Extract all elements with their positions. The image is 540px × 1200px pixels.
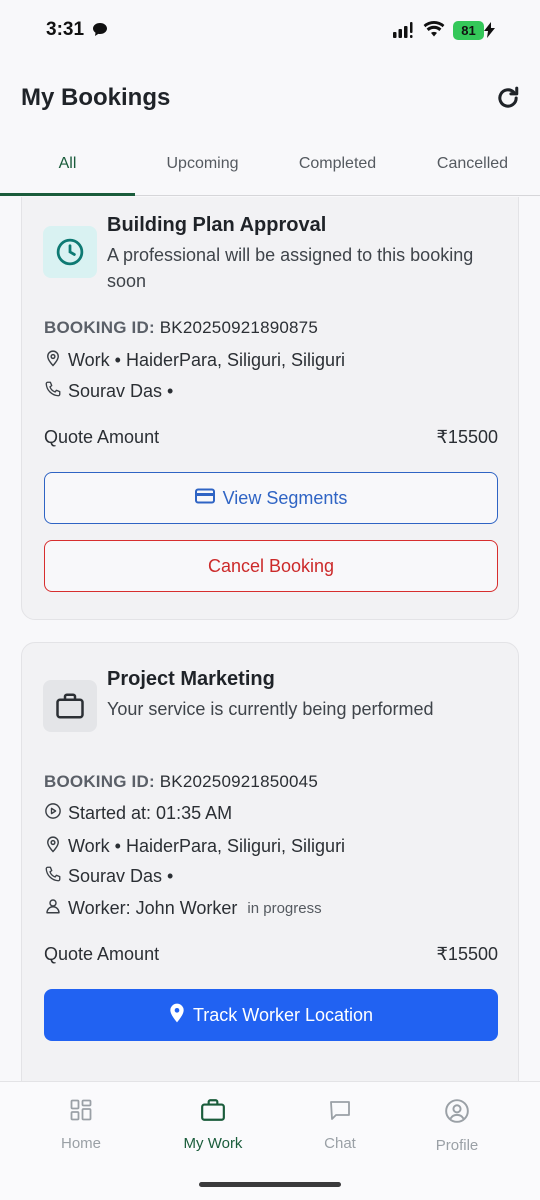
active-tab-indicator — [0, 193, 135, 196]
tab-cancelled[interactable]: Cancelled — [405, 136, 540, 196]
booking-id-label: BOOKING ID: — [44, 772, 155, 791]
tab-upcoming[interactable]: Upcoming — [135, 136, 270, 196]
booking-id: BOOKING ID: BK20250921850045 — [44, 772, 318, 792]
clock-icon — [43, 226, 97, 278]
booking-title: Building Plan Approval — [107, 214, 327, 236]
location-pin-icon — [44, 348, 68, 373]
home-indicator — [199, 1182, 341, 1187]
cancel-booking-label: Cancel Booking — [207, 555, 335, 576]
location-row: Work • HaiderPara, Siliguri, Siliguri — [44, 834, 345, 859]
worker-row: Worker: John Worker in progress — [44, 897, 322, 920]
battery-indicator: 81 — [453, 21, 484, 40]
worker-name: Worker: John Worker — [68, 898, 238, 918]
quote-row: Quote Amount ₹15500 — [44, 427, 498, 448]
contact-row: Sourav Das • — [44, 865, 173, 888]
phone-icon — [44, 865, 68, 888]
started-at-row: Started at: 01:35 AM — [44, 802, 232, 825]
signal-icon — [392, 21, 418, 44]
location-pin-icon — [169, 1003, 193, 1028]
status-time: 3:31 — [46, 19, 85, 40]
briefcase-icon — [43, 680, 97, 732]
nav-my-work-label: My Work — [183, 1135, 243, 1152]
track-worker-location-label: Track Worker Location — [192, 1004, 374, 1025]
location-row: Work • HaiderPara, Siliguri, Siliguri — [44, 348, 345, 373]
wifi-icon — [423, 20, 445, 43]
booking-id-value: BK20250921890875 — [159, 318, 318, 337]
tab-completed[interactable]: Completed — [270, 136, 405, 196]
view-segments-label: View Segments — [222, 487, 348, 508]
quote-label: Quote Amount — [44, 427, 160, 447]
booking-id-label: BOOKING ID: — [44, 318, 155, 337]
booking-title: Project Marketing — [107, 668, 275, 690]
nav-home-label: Home — [60, 1135, 101, 1152]
card-payment-icon — [194, 488, 223, 509]
play-circle-icon — [44, 802, 68, 825]
booking-card: Building Plan Approval A professional wi… — [21, 197, 519, 620]
location-text: Work • HaiderPara, Siliguri, Siliguri — [68, 350, 346, 370]
chat-icon — [280, 1098, 400, 1127]
app-header: My Bookings — [0, 60, 540, 136]
booking-id: BOOKING ID: BK20250921890875 — [44, 318, 318, 338]
grid-icon — [21, 1098, 141, 1127]
refresh-icon[interactable] — [494, 84, 522, 112]
view-segments-button[interactable]: View Segments — [44, 472, 498, 524]
booking-filter-tabs: All Upcoming Completed Cancelled — [0, 136, 540, 196]
location-pin-icon — [44, 834, 68, 859]
contact-name[interactable]: Sourav Das • — [68, 866, 173, 887]
nav-home[interactable]: Home — [21, 1098, 141, 1152]
booking-status-message: Your service is currently being performe… — [107, 699, 434, 719]
bookings-list[interactable]: Building Plan Approval A professional wi… — [0, 197, 540, 1081]
cancel-booking-button[interactable]: Cancel Booking — [44, 540, 498, 592]
nav-my-work[interactable]: My Work — [153, 1098, 273, 1152]
track-worker-location-button[interactable]: Track Worker Location — [44, 989, 498, 1041]
phone-icon — [44, 380, 68, 403]
profile-icon — [397, 1098, 517, 1129]
contact-name[interactable]: Sourav Das • — [68, 381, 173, 402]
tab-all[interactable]: All — [0, 136, 135, 196]
quote-label: Quote Amount — [44, 944, 160, 964]
briefcase-icon — [153, 1098, 273, 1127]
quote-amount: ₹15500 — [436, 427, 498, 447]
booking-card: Project Marketing Your service is curren… — [21, 642, 519, 1081]
page-title: My Bookings — [21, 84, 171, 111]
message-bubble-icon — [92, 22, 108, 42]
nav-chat-label: Chat — [324, 1135, 356, 1152]
booking-id-value: BK20250921850045 — [159, 772, 318, 791]
status-bar: 3:31 81 — [0, 0, 540, 60]
started-at-text: Started at: 01:35 AM — [68, 803, 233, 823]
charging-bolt-icon — [484, 22, 495, 43]
quote-amount: ₹15500 — [436, 944, 498, 964]
contact-row: Sourav Das • — [44, 380, 173, 403]
nav-profile[interactable]: Profile — [397, 1098, 517, 1154]
quote-row: Quote Amount ₹15500 — [44, 944, 498, 965]
nav-chat[interactable]: Chat — [280, 1098, 400, 1152]
user-icon — [44, 897, 68, 920]
nav-profile-label: Profile — [435, 1137, 479, 1154]
booking-status-message: A professional will be assigned to this … — [107, 245, 474, 291]
worker-status: in progress — [247, 900, 322, 917]
location-text: Work • HaiderPara, Siliguri, Siliguri — [68, 836, 346, 856]
